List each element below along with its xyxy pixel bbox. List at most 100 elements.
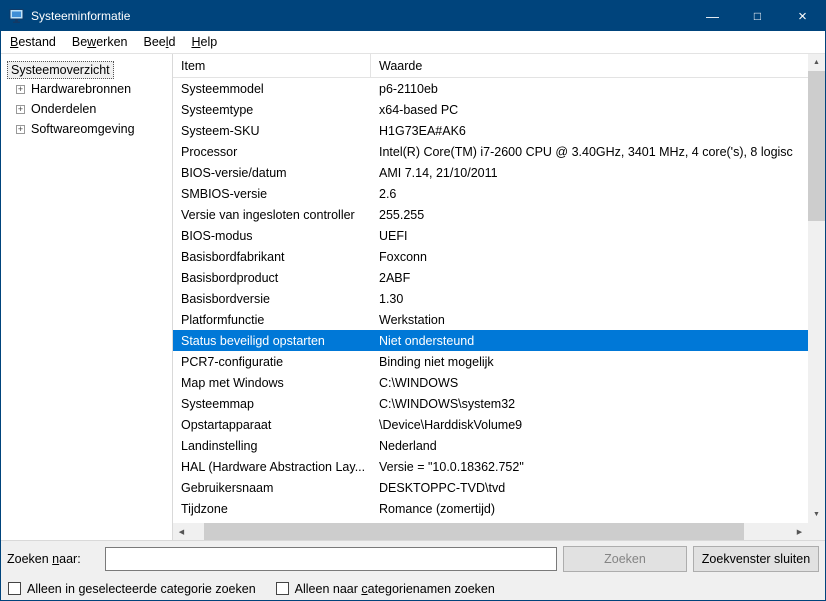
- minimize-button[interactable]: —: [690, 1, 735, 31]
- table-row[interactable]: BIOS-versie/datum AMI 7.14, 21/10/2011: [173, 162, 808, 183]
- expand-icon[interactable]: +: [16, 104, 25, 114]
- scroll-left-button[interactable]: ◀: [173, 523, 190, 540]
- table-row[interactable]: Gebruikersnaam DESKTOPPC-TVD\tvd: [173, 477, 808, 498]
- maximize-icon: □: [753, 9, 762, 23]
- value-cell: Versie = "10.0.18362.752": [379, 459, 524, 474]
- value-cell: x64-based PC: [379, 102, 459, 117]
- horizontal-scrollbar[interactable]: ◀ ▶: [173, 523, 808, 540]
- titlebar: Systeeminformatie — □ ×: [1, 1, 825, 31]
- item-cell: Landinstelling: [181, 438, 258, 453]
- value-cell: DESKTOPPC-TVD\tvd: [379, 480, 506, 495]
- table-row[interactable]: BIOS-modus UEFI: [173, 225, 808, 246]
- table-header: Item Waarde: [173, 54, 808, 78]
- table-row[interactable]: Map met Windows C:\WINDOWS: [173, 372, 808, 393]
- value-cell: 255.255: [379, 207, 425, 222]
- checkbox-label: Alleen naar categorienamen zoeken: [294, 581, 495, 596]
- item-cell: Systeemtype: [181, 102, 254, 117]
- item-cell: Processor: [181, 144, 238, 159]
- table-row[interactable]: SMBIOS-versie 2.6: [173, 183, 808, 204]
- menu-bewerken[interactable]: Bewerken: [64, 32, 136, 52]
- main-content: Systeemoverzicht + Hardwarebronnen + Ond…: [1, 54, 825, 540]
- scroll-up-button[interactable]: ▲: [808, 54, 825, 71]
- table-row[interactable]: Opstartapparaat \Device\HarddiskVolume9: [173, 414, 808, 435]
- window: Systeeminformatie — □ × Bestand Bewerken…: [0, 0, 826, 601]
- table-row[interactable]: Systeemmodel p6-2110eb: [173, 78, 808, 99]
- menu-bestand[interactable]: Bestand: [2, 32, 64, 52]
- tree-item-label: Onderdelen: [31, 102, 97, 116]
- detail-table: Item Waarde Systeemmodel p6-2110eb Systeem…: [173, 54, 808, 540]
- item-cell: BIOS-versie/datum: [181, 165, 287, 180]
- value-cell: 1.30: [379, 291, 404, 306]
- value-cell: 2ABF: [379, 270, 411, 285]
- scroll-left-icon: ◀: [178, 528, 185, 536]
- column-header-item[interactable]: Item: [173, 54, 371, 77]
- scroll-down-button[interactable]: ▼: [808, 506, 825, 523]
- search-panel: Zoeken naar: Zoeken Zoekvenster sluiten …: [1, 540, 825, 600]
- search-label: Zoeken naar:: [7, 552, 81, 566]
- window-title: Systeeminformatie: [31, 9, 131, 23]
- value-cell: Niet ondersteund: [379, 333, 475, 348]
- table-row[interactable]: Platformfunctie Werkstation: [173, 309, 808, 330]
- tree-item-softwareomgeving[interactable]: + Softwareomgeving: [16, 119, 172, 139]
- value-cell: H1G73EA#AK6: [379, 123, 466, 138]
- search-button[interactable]: Zoeken: [563, 546, 687, 572]
- table-row[interactable]: Processor Intel(R) Core(TM) i7-2600 CPU @…: [173, 141, 808, 162]
- checkbox-selected-category[interactable]: Alleen in geselecteerde categorie zoeken: [8, 582, 256, 596]
- value-cell: C:\WINDOWS\system32: [379, 396, 516, 411]
- scroll-right-button[interactable]: ▶: [791, 523, 808, 540]
- value-cell: C:\WINDOWS: [379, 375, 459, 390]
- table-row[interactable]: Basisbordversie 1.30: [173, 288, 808, 309]
- menubar: Bestand Bewerken Beeld Help: [1, 31, 825, 54]
- table-row[interactable]: Basisbordproduct 2ABF: [173, 267, 808, 288]
- horizontal-scroll-thumb[interactable]: [204, 523, 744, 540]
- checkbox-icon: [275, 582, 289, 595]
- table-row[interactable]: Basisbordfabrikant Foxconn: [173, 246, 808, 267]
- value-cell: \Device\HarddiskVolume9: [379, 417, 523, 432]
- close-search-button[interactable]: Zoekvenster sluiten: [693, 546, 819, 572]
- table-rows: Systeemmodel p6-2110eb Systeemtype x64-base…: [173, 78, 808, 523]
- item-cell: Status beveiligd opstarten: [181, 333, 325, 348]
- scrollbar-corner: [808, 523, 825, 540]
- table-row[interactable]: Systeem-SKU H1G73EA#AK6: [173, 120, 808, 141]
- table-row[interactable]: Status beveiligd opstarten Niet ondersteu…: [173, 330, 808, 351]
- tree-item-label: Softwareomgeving: [31, 122, 135, 136]
- value-cell: Intel(R) Core(TM) i7-2600 CPU @ 3.40GHz,…: [379, 144, 793, 159]
- scroll-right-icon: ▶: [796, 528, 803, 536]
- close-icon: ×: [798, 7, 807, 25]
- item-cell: HAL (Hardware Abstraction Lay...: [181, 459, 366, 474]
- tree-item-systeemoverzicht[interactable]: Systeemoverzicht: [7, 61, 114, 79]
- menu-beeld[interactable]: Beeld: [135, 32, 183, 52]
- scroll-up-icon: ▲: [813, 59, 820, 66]
- close-button[interactable]: ×: [780, 1, 825, 31]
- table-row[interactable]: Versie van ingesloten controller 255.255: [173, 204, 808, 225]
- search-options: Alleen in geselecteerde categorie zoeken…: [1, 577, 825, 600]
- table-row[interactable]: Tijdzone Romance (zomertijd): [173, 498, 808, 519]
- value-cell: Werkstation: [379, 312, 445, 327]
- value-cell: p6-2110eb: [379, 81, 438, 96]
- expand-icon[interactable]: +: [16, 124, 25, 134]
- item-cell: Versie van ingesloten controller: [181, 207, 355, 222]
- vertical-scroll-track[interactable]: [808, 71, 825, 506]
- vertical-scrollbar[interactable]: ▲ ▼: [808, 54, 825, 540]
- checkbox-icon: [8, 582, 21, 595]
- table-row[interactable]: Landinstelling Nederland: [173, 435, 808, 456]
- table-row[interactable]: HAL (Hardware Abstraction Lay... Versie =…: [173, 456, 808, 477]
- horizontal-scroll-track[interactable]: [190, 523, 791, 540]
- value-cell: Nederland: [379, 438, 437, 453]
- tree-item-onderdelen[interactable]: + Onderdelen: [16, 99, 172, 119]
- table-row[interactable]: PCR7-configuratie Binding niet mogelijk: [173, 351, 808, 372]
- table-row[interactable]: Systeemtype x64-based PC: [173, 99, 808, 120]
- menu-help[interactable]: Help: [183, 32, 225, 52]
- table-row[interactable]: Systeemmap C:\WINDOWS\system32: [173, 393, 808, 414]
- maximize-button[interactable]: □: [735, 1, 780, 31]
- search-input[interactable]: [105, 547, 557, 571]
- item-cell: Basisbordproduct: [181, 270, 279, 285]
- expand-icon[interactable]: +: [16, 84, 25, 94]
- checkbox-label: Alleen in geselecteerde categorie zoeken: [27, 581, 256, 596]
- vertical-scroll-thumb[interactable]: [808, 71, 825, 221]
- checkbox-category-names[interactable]: Alleen naar categorienamen zoeken: [275, 581, 495, 596]
- item-cell: Gebruikersnaam: [181, 480, 274, 495]
- tree-item-hardwarebronnen[interactable]: + Hardwarebronnen: [16, 79, 172, 99]
- column-header-waarde[interactable]: Waarde: [371, 54, 808, 77]
- tree-item-label: Hardwarebronnen: [31, 82, 132, 96]
